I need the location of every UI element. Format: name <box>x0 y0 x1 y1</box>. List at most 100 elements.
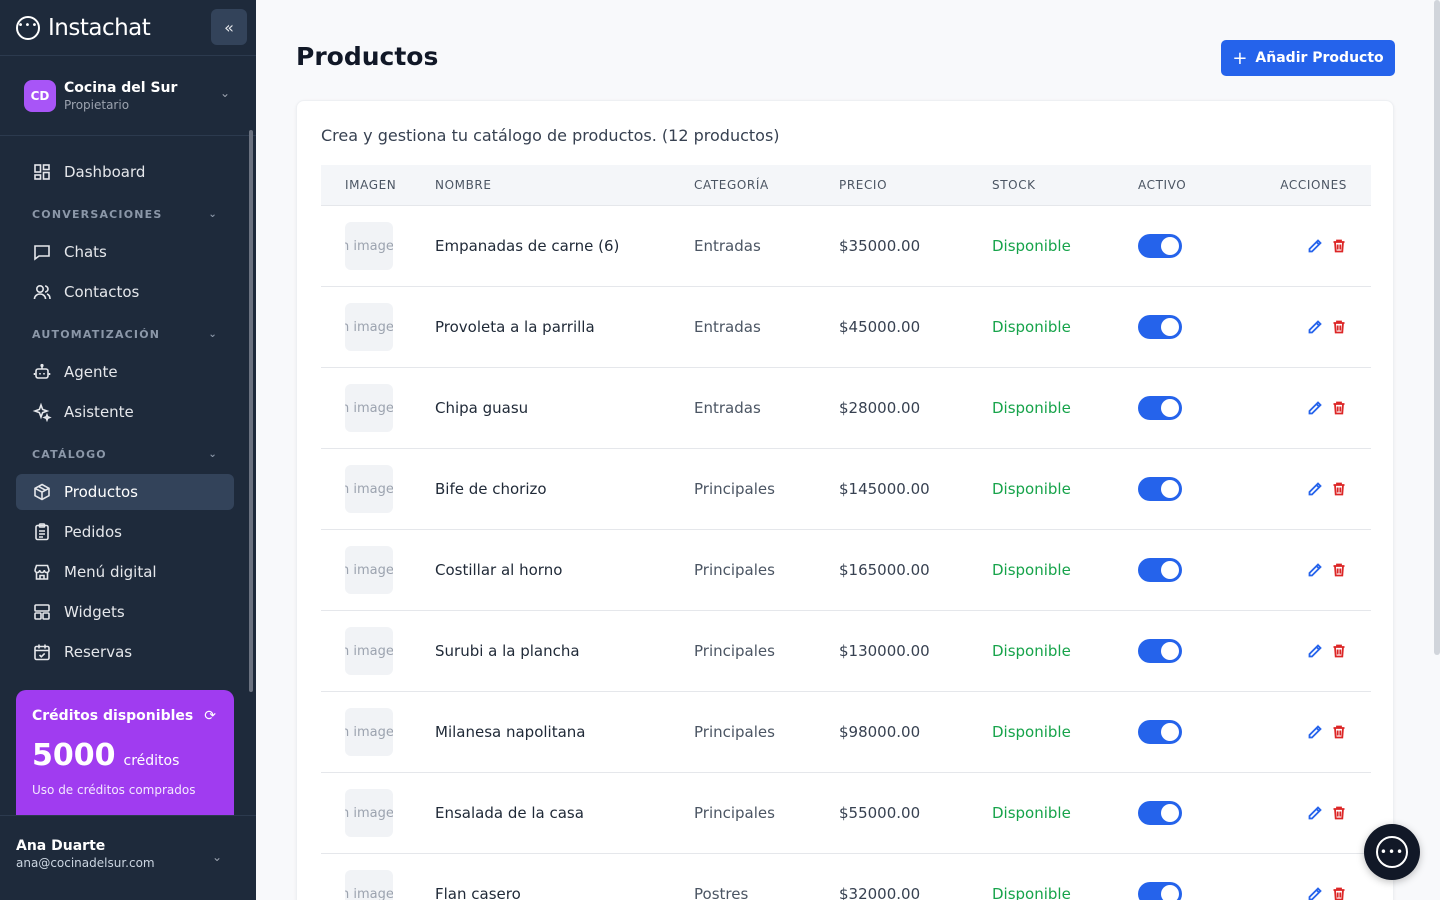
product-category: Entradas <box>694 237 761 255</box>
chevron-down-icon: ⌄ <box>219 86 230 100</box>
active-toggle[interactable] <box>1138 396 1182 420</box>
image-alt-text: n image <box>345 481 393 497</box>
sidebar-item-productos[interactable]: Productos <box>16 474 234 510</box>
org-switcher[interactable]: CD Cocina del Sur Propietario ⌄ <box>0 56 256 136</box>
trash-icon[interactable] <box>1331 805 1347 821</box>
product-image-cell: n image <box>321 627 435 675</box>
plus-icon: + <box>1232 47 1248 69</box>
product-price: $165000.00 <box>839 561 930 579</box>
column-header-stock: STOCK <box>992 178 1036 192</box>
bot-icon <box>32 362 52 382</box>
active-toggle[interactable] <box>1138 558 1182 582</box>
edit-icon[interactable] <box>1307 724 1323 740</box>
product-image-placeholder: n image <box>345 303 393 351</box>
section-catalogo[interactable]: CATÁLOGO ⌄ <box>16 434 234 474</box>
active-toggle[interactable] <box>1138 882 1182 900</box>
trash-icon[interactable] <box>1331 643 1347 659</box>
refresh-icon[interactable]: ⟳ <box>204 708 216 724</box>
edit-icon[interactable] <box>1307 319 1323 335</box>
active-toggle[interactable] <box>1138 234 1182 258</box>
sidebar-item-label: Menú digital <box>64 563 157 581</box>
active-toggle[interactable] <box>1138 801 1182 825</box>
image-alt-text: n image <box>345 319 393 335</box>
products-table: IMAGEN NOMBRE CATEGORÍA PRECIO STOCK ACT… <box>321 165 1371 900</box>
trash-icon[interactable] <box>1331 724 1347 740</box>
trash-icon[interactable] <box>1331 238 1347 254</box>
table-row: n image Costillar al horno Principales $165… <box>321 530 1371 611</box>
edit-icon[interactable] <box>1307 481 1323 497</box>
product-image-placeholder: n image <box>345 627 393 675</box>
product-image-placeholder: n image <box>345 546 393 594</box>
trash-icon[interactable] <box>1331 400 1347 416</box>
product-image-placeholder: n image <box>345 870 393 900</box>
product-name: Empanadas de carne (6) <box>435 237 620 255</box>
edit-icon[interactable] <box>1307 238 1323 254</box>
edit-icon[interactable] <box>1307 643 1323 659</box>
sidebar-item-agente[interactable]: Agente <box>16 354 234 390</box>
actions-cell <box>1251 805 1371 821</box>
add-product-button[interactable]: + Añadir Producto <box>1221 40 1395 76</box>
sparkles-icon <box>32 402 52 422</box>
product-stock: Disponible <box>992 723 1071 741</box>
column-header-actions: ACCIONES <box>1280 178 1347 192</box>
sidebar-item-contactos[interactable]: Contactos <box>16 274 234 310</box>
product-image-cell: n image <box>321 789 435 837</box>
product-stock: Disponible <box>992 642 1071 660</box>
section-automatizacion[interactable]: AUTOMATIZACIÓN ⌄ <box>16 314 234 354</box>
edit-icon[interactable] <box>1307 886 1323 900</box>
user-menu[interactable]: Ana Duarte ana@cocinadelsur.com ⌄ <box>0 815 256 900</box>
chat-dots-icon: ••• <box>16 15 40 40</box>
edit-icon[interactable] <box>1307 562 1323 578</box>
trash-icon[interactable] <box>1331 481 1347 497</box>
user-email: ana@cocinadelsur.com <box>16 856 155 870</box>
product-category: Postres <box>694 885 749 900</box>
sidebar-scrollbar[interactable] <box>249 130 253 692</box>
sidebar-item-menu-digital[interactable]: Menú digital <box>16 554 234 590</box>
sidebar-item-label: Widgets <box>64 603 125 621</box>
sidebar-item-reservas[interactable]: Reservas <box>16 634 234 670</box>
product-category: Principales <box>694 561 775 579</box>
product-price: $55000.00 <box>839 804 921 822</box>
image-alt-text: n image <box>345 400 393 416</box>
product-image-placeholder: n image <box>345 465 393 513</box>
calendar-check-icon <box>32 642 52 662</box>
active-cell <box>1138 396 1251 420</box>
product-image-placeholder: n image <box>345 384 393 432</box>
table-header: IMAGEN NOMBRE CATEGORÍA PRECIO STOCK ACT… <box>321 165 1371 206</box>
page-scrollbar[interactable] <box>1434 0 1440 655</box>
sidebar-item-pedidos[interactable]: Pedidos <box>16 514 234 550</box>
chat-launcher-button[interactable]: ••• <box>1364 824 1420 880</box>
column-header-price: PRECIO <box>839 178 888 192</box>
sidebar: ••• Instachat « CD Cocina del Sur Propie… <box>0 0 256 900</box>
active-toggle[interactable] <box>1138 315 1182 339</box>
chevron-down-icon: ⌄ <box>211 850 222 864</box>
credits-unit: créditos <box>123 753 180 769</box>
sidebar-item-chats[interactable]: Chats <box>16 234 234 270</box>
page-description: Crea y gestiona tu catálogo de productos… <box>321 126 780 145</box>
edit-icon[interactable] <box>1307 805 1323 821</box>
active-toggle[interactable] <box>1138 639 1182 663</box>
product-name: Flan casero <box>435 885 521 900</box>
chevron-down-icon: ⌄ <box>208 448 218 460</box>
main-content: Productos + Añadir Producto Crea y gesti… <box>256 0 1440 900</box>
section-conversaciones[interactable]: CONVERSACIONES ⌄ <box>16 194 234 234</box>
active-cell <box>1138 720 1251 744</box>
column-header-image: IMAGEN <box>345 178 397 192</box>
product-price: $35000.00 <box>839 237 921 255</box>
trash-icon[interactable] <box>1331 886 1347 900</box>
collapse-sidebar-button[interactable]: « <box>211 9 247 45</box>
sidebar-item-widgets[interactable]: Widgets <box>16 594 234 630</box>
trash-icon[interactable] <box>1331 319 1347 335</box>
table-row: n image Flan casero Postres $32000.00 Dispon… <box>321 854 1371 900</box>
sidebar-item-asistente[interactable]: Asistente <box>16 394 234 430</box>
actions-cell <box>1251 643 1371 659</box>
sidebar-nav: Dashboard CONVERSACIONES ⌄ Chats Contact… <box>16 154 234 674</box>
edit-icon[interactable] <box>1307 400 1323 416</box>
trash-icon[interactable] <box>1331 562 1347 578</box>
product-category: Principales <box>694 642 775 660</box>
sidebar-item-dashboard[interactable]: Dashboard <box>16 154 234 190</box>
active-toggle[interactable] <box>1138 720 1182 744</box>
product-image-placeholder: n image <box>345 708 393 756</box>
active-toggle[interactable] <box>1138 477 1182 501</box>
table-row: n image Bife de chorizo Principales $145000… <box>321 449 1371 530</box>
